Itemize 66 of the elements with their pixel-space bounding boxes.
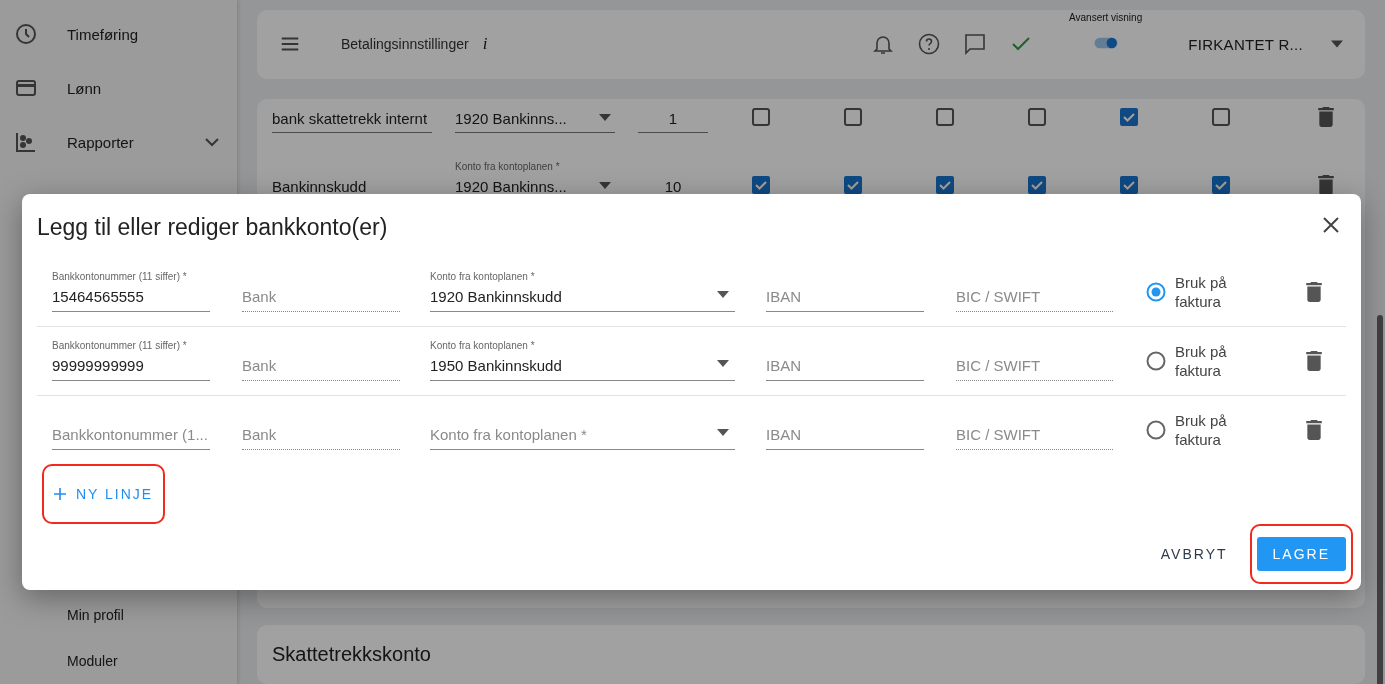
checkbox[interactable]	[752, 107, 770, 126]
page-title: Betalingsinnstillinger	[341, 36, 469, 53]
ledger-account-select[interactable]: Konto fra kontoplanen * 1950 Bankinnskudd	[430, 337, 735, 381]
card-title: Skattetrekkskonto	[272, 643, 432, 666]
radio-button[interactable]	[1146, 282, 1166, 302]
iban-field[interactable]: IBAN	[766, 337, 924, 381]
caret-icon	[599, 113, 611, 121]
ledger-account-select[interactable]: Konto fra kontoplanen * 1920 Bankinnskudd	[430, 268, 735, 312]
checkbox[interactable]	[1120, 175, 1138, 194]
checkbox[interactable]	[752, 175, 770, 194]
trash-icon[interactable]	[1304, 420, 1324, 440]
radio-button[interactable]	[1146, 420, 1166, 440]
number-field[interactable]: 1	[638, 109, 708, 133]
bic-field[interactable]: BIC / SWIFT	[956, 268, 1113, 312]
checkbox[interactable]	[844, 175, 862, 194]
checkbox[interactable]	[936, 107, 954, 126]
add-line-button[interactable]: NY LINJE	[48, 478, 160, 510]
sidebar-item[interactable]: Moduler	[0, 638, 237, 684]
caret-icon	[599, 181, 611, 189]
info-icon[interactable]: i	[482, 34, 488, 55]
account-select[interactable]: 1920 Bankinns...	[455, 109, 615, 133]
close-icon[interactable]	[1321, 215, 1341, 235]
bank-field[interactable]: Bank	[242, 406, 400, 450]
cancel-button[interactable]: AVBRYT	[1150, 538, 1238, 570]
sidebar-item[interactable]: Rapporter	[0, 115, 237, 169]
caret-icon	[717, 359, 729, 367]
clock-icon	[14, 22, 38, 46]
sidebar-item[interactable]: Min profil	[0, 592, 237, 638]
company-selector[interactable]: FIRKANTET R...	[1188, 35, 1303, 53]
radio-label[interactable]: Bruk på faktura	[1175, 273, 1255, 311]
ledger-account-select[interactable]: Konto fra kontoplanen *	[430, 406, 735, 450]
radio-label[interactable]: Bruk på faktura	[1175, 411, 1255, 449]
iban-field[interactable]: IBAN	[766, 268, 924, 312]
bank-field[interactable]: Bank	[242, 268, 400, 312]
name-field[interactable]: bank skattetrekk internt	[272, 109, 432, 133]
bic-field[interactable]: BIC / SWIFT	[956, 337, 1113, 381]
account-number-field[interactable]: Bankkontonummer (11 siffer) * 15464565555	[52, 268, 210, 312]
caret-icon	[717, 428, 729, 436]
plus-icon	[54, 488, 66, 500]
bank-field[interactable]: Bank	[242, 337, 400, 381]
report-icon	[14, 130, 38, 154]
bic-field[interactable]: BIC / SWIFT	[956, 406, 1113, 450]
checkbox[interactable]	[1212, 175, 1230, 194]
trash-icon[interactable]	[1316, 174, 1336, 195]
help-icon[interactable]	[917, 32, 941, 57]
sidebar-item[interactable]: Timeføring	[0, 7, 237, 61]
account-number-field[interactable]: Bankkontonummer (11 siffer) * 99999999999	[52, 337, 210, 381]
checkbox[interactable]	[936, 175, 954, 194]
checkbox[interactable]	[844, 107, 862, 126]
caret-icon	[717, 290, 729, 298]
account-number-field[interactable]: Bankkontonummer (1...	[52, 406, 210, 450]
dialog-title: Legg til eller rediger bankkonto(er)	[37, 214, 389, 241]
dropdown-caret-icon	[1331, 40, 1343, 49]
scrollbar[interactable]	[1377, 315, 1383, 684]
checkbox[interactable]	[1028, 107, 1046, 126]
checkbox[interactable]	[1120, 107, 1138, 126]
radio-button[interactable]	[1146, 351, 1166, 371]
radio-label[interactable]: Bruk på faktura	[1175, 342, 1255, 380]
checkbox[interactable]	[1212, 107, 1230, 126]
trash-icon[interactable]	[1304, 282, 1324, 302]
trash-icon[interactable]	[1304, 351, 1324, 371]
chat-icon[interactable]	[963, 32, 987, 57]
sidebar-item[interactable]: Lønn	[0, 61, 237, 115]
iban-field[interactable]: IBAN	[766, 406, 924, 450]
checkbox[interactable]	[1028, 175, 1046, 194]
toggle-label: Avansert visning	[1069, 11, 1143, 23]
